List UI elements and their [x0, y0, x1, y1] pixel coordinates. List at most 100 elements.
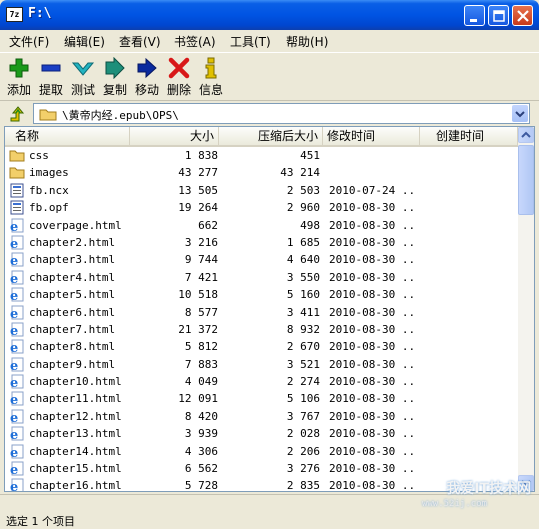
move-arrow-icon	[137, 57, 157, 79]
table-row[interactable]: e chapter3.html 9 744 4 640 2010-08-30 ..	[5, 251, 518, 269]
svg-text:e: e	[10, 411, 18, 424]
file-size: 8 420	[184, 409, 218, 423]
app-icon: 7z	[6, 7, 23, 22]
menu-file[interactable]: 文件(F)	[9, 33, 49, 50]
file-size: 4 049	[184, 375, 218, 389]
file-name: chapter10.html	[29, 375, 122, 389]
svg-text:e: e	[10, 272, 18, 285]
info-button[interactable]: 信息	[194, 53, 228, 99]
table-row[interactable]: e chapter14.html 4 306 2 206 2010-08-30 ..	[5, 443, 518, 461]
copy-label: 复制	[102, 83, 127, 97]
scroll-up-icon	[521, 131, 531, 138]
file-packed-size: 4 640	[286, 253, 320, 267]
file-modified: 2010-08-30 ..	[329, 357, 416, 371]
file-name: chapter7.html	[29, 322, 116, 336]
table-row[interactable]: e chapter12.html 8 420 3 767 2010-08-30 ..	[5, 408, 518, 426]
move-button[interactable]: 移动	[130, 53, 164, 99]
table-row[interactable]: e chapter6.html 8 577 3 411 2010-08-30 ..	[5, 304, 518, 322]
menu-view[interactable]: 查看(V)	[119, 33, 161, 50]
svg-text:e: e	[10, 446, 18, 459]
file-size: 3 216	[184, 235, 218, 249]
svg-text:e: e	[10, 341, 18, 354]
title-bar[interactable]: 7z F:\	[0, 0, 539, 30]
vertical-scrollbar[interactable]	[518, 127, 534, 491]
minimize-button[interactable]	[464, 5, 485, 26]
table-row[interactable]: images 43 277 43 214	[5, 164, 518, 181]
scroll-thumb[interactable]	[518, 145, 534, 215]
table-row[interactable]: css 1 838 451	[5, 147, 518, 164]
table-row[interactable]: e chapter5.html 10 518 5 160 2010-08-30 ..	[5, 286, 518, 304]
close-icon	[517, 10, 529, 22]
svg-text:e: e	[10, 254, 18, 267]
html-file-icon: e	[9, 478, 25, 492]
table-row[interactable]: e chapter10.html 4 049 2 274 2010-08-30 ..	[5, 373, 518, 391]
file-packed-size: 8 932	[286, 322, 320, 336]
menu-help[interactable]: 帮助(H)	[286, 33, 328, 50]
html-file-icon: e	[9, 409, 25, 426]
address-dropdown-button[interactable]	[512, 105, 528, 122]
info-label: 信息	[198, 83, 223, 97]
address-bar: \黄帝内经.epub\OPS\	[0, 100, 539, 127]
file-packed-size: 2 274	[286, 375, 320, 389]
close-button[interactable]	[512, 5, 533, 26]
file-size: 5 812	[184, 340, 218, 354]
extract-label: 提取	[38, 83, 63, 97]
file-packed-size: 2 960	[286, 201, 320, 215]
file-packed-size: 3 411	[286, 305, 320, 319]
up-folder-button[interactable]	[8, 104, 28, 124]
file-name: chapter6.html	[29, 305, 116, 319]
column-modified[interactable]: 修改时间	[323, 127, 420, 145]
test-button[interactable]: 测试	[66, 53, 100, 99]
info-icon	[205, 57, 217, 79]
column-packed-size[interactable]: 压缩后大小	[219, 127, 323, 145]
table-row[interactable]: e chapter2.html 3 216 1 685 2010-08-30 ..	[5, 234, 518, 252]
file-icon	[9, 183, 25, 198]
delete-button[interactable]: 删除	[162, 53, 196, 99]
plus-icon	[9, 58, 29, 78]
column-size[interactable]: 大小	[130, 127, 219, 145]
scroll-up-button[interactable]	[518, 127, 534, 143]
file-size: 3 939	[184, 427, 218, 441]
file-name: fb.opf	[29, 201, 69, 215]
html-file-icon: e	[9, 339, 25, 356]
minus-icon	[41, 64, 61, 72]
table-row[interactable]: e chapter15.html 6 562 3 276 2010-08-30 ..	[5, 460, 518, 478]
html-file-icon: e	[9, 461, 25, 478]
svg-text:e: e	[10, 480, 18, 492]
menu-tools[interactable]: 工具(T)	[230, 33, 271, 50]
table-row[interactable]: e chapter4.html 7 421 3 550 2010-08-30 ..	[5, 269, 518, 287]
file-packed-size: 2 670	[286, 340, 320, 354]
file-name: chapter8.html	[29, 340, 116, 354]
file-list[interactable]: 名称 大小 压缩后大小 修改时间 创建时间 css 1 838 451 images 4…	[4, 126, 535, 492]
table-row[interactable]: e chapter16.html 5 728 2 835 2010-08-30 ..	[5, 477, 518, 492]
column-name[interactable]: 名称	[5, 127, 130, 145]
file-size: 9 744	[184, 253, 218, 267]
file-modified: 2010-08-30 ..	[329, 375, 416, 389]
file-packed-size: 3 550	[286, 270, 320, 284]
menu-edit[interactable]: 编辑(E)	[64, 33, 105, 50]
add-button[interactable]: 添加	[2, 53, 36, 99]
check-icon	[71, 62, 95, 76]
table-row[interactable]: fb.ncx 13 505 2 503 2010-07-24 ..	[5, 182, 518, 199]
file-size: 13 505	[178, 183, 218, 197]
html-file-icon: e	[9, 357, 25, 374]
column-created[interactable]: 创建时间	[420, 127, 518, 145]
table-row[interactable]: e chapter8.html 5 812 2 670 2010-08-30 ..	[5, 338, 518, 356]
table-row[interactable]: e chapter7.html 21 372 8 932 2010-08-30 ..	[5, 321, 518, 339]
html-file-icon: e	[9, 270, 25, 287]
svg-text:e: e	[10, 307, 18, 320]
table-row[interactable]: fb.opf 19 264 2 960 2010-08-30 ..	[5, 199, 518, 216]
table-row[interactable]: e chapter11.html 12 091 5 106 2010-08-30 ..	[5, 390, 518, 408]
extract-button[interactable]: 提取	[34, 53, 68, 99]
html-file-icon: e	[9, 287, 25, 304]
file-name: chapter4.html	[29, 270, 116, 284]
file-packed-size: 3 767	[286, 409, 320, 423]
table-row[interactable]: e chapter9.html 7 883 3 521 2010-08-30 ..	[5, 356, 518, 374]
copy-button[interactable]: 复制	[98, 53, 132, 99]
file-size: 7 421	[184, 270, 218, 284]
table-row[interactable]: e coverpage.html 662 498 2010-08-30 ..	[5, 217, 518, 235]
menu-bookmarks[interactable]: 书签(A)	[174, 33, 216, 50]
table-row[interactable]: e chapter13.html 3 939 2 028 2010-08-30 ..	[5, 425, 518, 443]
maximize-button[interactable]	[488, 5, 509, 26]
address-field[interactable]: \黄帝内经.epub\OPS\	[33, 103, 530, 124]
